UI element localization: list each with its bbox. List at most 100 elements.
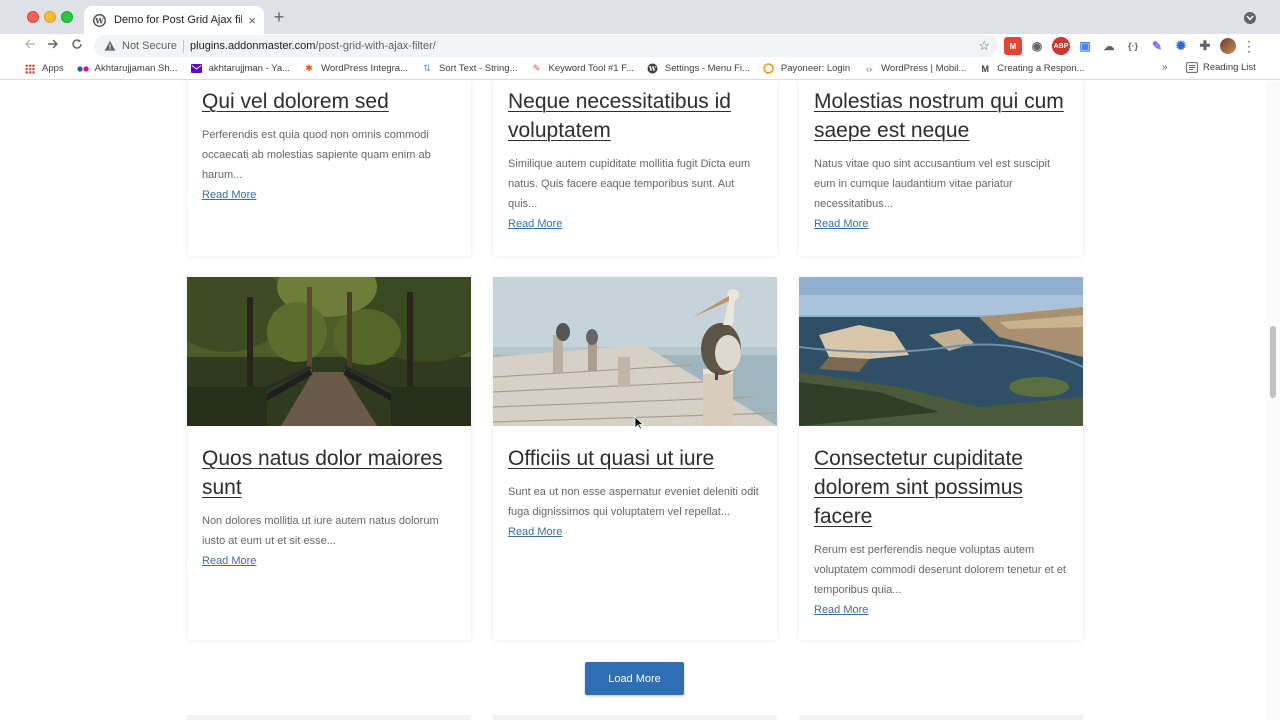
- post-excerpt: Natus vitae quo sint accusantium vel est…: [814, 158, 1051, 210]
- post-thumbnail-pelican-pier[interactable]: [493, 277, 777, 426]
- next-card-edge: [187, 715, 471, 720]
- post-title-link[interactable]: Neque necessitatibus id voluptatem: [508, 87, 764, 145]
- bookmark-label: akhtarujjman - Ya...: [208, 63, 291, 74]
- keyword-tool-icon: ✎: [532, 63, 541, 73]
- window-close-button[interactable]: [27, 11, 39, 23]
- post-title-link[interactable]: Officiis ut quasi ut iure: [508, 444, 764, 473]
- pen-extension-icon[interactable]: ✎: [1148, 37, 1166, 55]
- url-host: plugins.addonmaster.com: [190, 40, 316, 52]
- tab-close-icon[interactable]: ×: [248, 14, 256, 27]
- post-title-link[interactable]: Consectetur cupiditate dolorem sint poss…: [814, 444, 1070, 531]
- reading-list-button[interactable]: Reading List: [1186, 62, 1256, 73]
- post-excerpt: Sunt ea ut non esse aspernatur eveniet d…: [508, 486, 759, 518]
- cloud-extension-icon[interactable]: ☁: [1100, 37, 1118, 55]
- bookmark-wordpress-mobile[interactable]: ‹› WordPress | Mobil...: [863, 63, 966, 75]
- scrollbar-thumb[interactable]: [1270, 326, 1276, 398]
- reload-button[interactable]: [68, 37, 86, 55]
- arrow-right-icon: [48, 39, 58, 49]
- window-zoom-button[interactable]: [61, 11, 73, 23]
- page-viewport: Qui vel dolorem sed Perferendis est quia…: [0, 81, 1280, 720]
- bookmark-apps[interactable]: Apps: [24, 63, 64, 75]
- post-title-link[interactable]: Molestias nostrum qui cum saepe est nequ…: [814, 87, 1070, 145]
- profile-avatar[interactable]: [1220, 38, 1236, 54]
- new-tab-button[interactable]: +: [270, 8, 288, 26]
- tab-title: Demo for Post Grid Ajax filter: [114, 14, 243, 26]
- post-card: Officiis ut quasi ut iure Sunt ea ut non…: [493, 277, 777, 640]
- wordpress-icon: W: [647, 63, 659, 75]
- browser-tab-bar: W Demo for Post Grid Ajax filter × +: [0, 0, 1280, 34]
- tab-search-icon[interactable]: [1244, 12, 1256, 24]
- read-more-link[interactable]: Read More: [508, 214, 764, 234]
- post-title-link[interactable]: Qui vel dolorem sed: [202, 87, 458, 116]
- read-more-link[interactable]: Read More: [814, 214, 1070, 234]
- zapier-icon: ✱: [305, 63, 313, 73]
- post-title-link[interactable]: Quos natus dolor maiores sunt: [202, 444, 458, 502]
- forward-button[interactable]: [44, 37, 62, 55]
- puzzle-extensions-icon[interactable]: ✚: [1196, 37, 1214, 55]
- svg-text:W: W: [94, 16, 104, 25]
- camera-extension-icon[interactable]: ◉: [1028, 37, 1046, 55]
- omnibox-divider: [183, 39, 185, 53]
- sort-icon: ⇅: [423, 63, 431, 73]
- post-thumbnail-forest-bridge[interactable]: [187, 277, 471, 426]
- translate-extension-icon[interactable]: ▣: [1076, 37, 1094, 55]
- bookmark-label: WordPress Integra...: [321, 63, 409, 74]
- reading-list-label: Reading List: [1203, 62, 1256, 73]
- post-excerpt: Similique autem cupiditate mollitia fugi…: [508, 158, 751, 210]
- reload-icon: [72, 39, 82, 49]
- post-excerpt: Non dolores mollitia ut iure autem natus…: [202, 515, 439, 547]
- post-card: Neque necessitatibus id voluptatem Simil…: [493, 81, 777, 256]
- window-minimize-button[interactable]: [44, 11, 56, 23]
- apps-grid-icon: [24, 63, 36, 75]
- load-more-button[interactable]: Load More: [585, 662, 684, 695]
- code-icon: ‹›: [866, 63, 873, 74]
- bookmark-yahoo-mail[interactable]: akhtarujjman - Ya...: [191, 63, 291, 75]
- warning-icon: [104, 41, 116, 51]
- browser-toolbar: Not Secure plugins.addonmaster.com /post…: [0, 34, 1280, 58]
- gear-extension-icon[interactable]: ✹: [1172, 37, 1190, 55]
- page-scrollbar[interactable]: [1266, 81, 1280, 720]
- bookmark-label: WordPress | Mobil...: [881, 63, 967, 74]
- read-more-link[interactable]: Read More: [814, 600, 1070, 620]
- next-card-edge: [799, 715, 1083, 720]
- post-card: Molestias nostrum qui cum saepe est nequ…: [799, 81, 1083, 256]
- flickr-icon: [77, 63, 89, 75]
- gmail-extension-icon[interactable]: M: [1004, 37, 1022, 55]
- post-excerpt: Rerum est perferendis neque voluptas aut…: [814, 544, 1066, 596]
- back-button[interactable]: [21, 37, 39, 55]
- post-thumbnail-coastal-cliffs[interactable]: [799, 277, 1083, 426]
- browser-tab-active[interactable]: W Demo for Post Grid Ajax filter ×: [84, 6, 264, 34]
- bookmark-label: Settings - Menu Fi...: [664, 63, 750, 74]
- bookmark-label: Keyword Tool #1 F...: [548, 63, 634, 74]
- bookmark-label: Creating a Respon...: [997, 63, 1085, 74]
- bookmark-flickr[interactable]: Akhtarujjaman Sh...: [77, 63, 178, 75]
- bookmarks-bar: Apps Akhtarujjaman Sh... akhtarujjman - …: [0, 58, 1280, 80]
- read-more-link[interactable]: Read More: [202, 551, 458, 571]
- yahoo-mail-icon: [191, 63, 203, 75]
- next-card-edge: [493, 715, 777, 720]
- bookmark-zapier[interactable]: ✱ WordPress Integra...: [303, 63, 408, 75]
- wordpress-icon: W: [92, 13, 106, 27]
- arrow-left-icon: [25, 39, 35, 49]
- adblock-extension-icon[interactable]: ABP: [1052, 37, 1070, 55]
- bookmark-label: Payoneer: Login: [780, 63, 851, 74]
- post-card: Quos natus dolor maiores sunt Non dolore…: [187, 277, 471, 640]
- bookmark-settings-menu[interactable]: W Settings - Menu Fi...: [647, 63, 750, 75]
- mouse-cursor-icon: [634, 416, 644, 430]
- url-path: /post-grid-with-ajax-filter/: [315, 40, 436, 52]
- bookmark-creating-responsive[interactable]: M Creating a Respon...: [979, 63, 1085, 75]
- bookmark-star-icon[interactable]: ☆: [978, 38, 990, 54]
- post-excerpt: Perferendis est quia quod non omnis comm…: [202, 129, 431, 181]
- bookmarks-overflow-button[interactable]: »: [1162, 62, 1168, 73]
- bookmark-keyword-tool[interactable]: ✎ Keyword Tool #1 F...: [531, 63, 634, 75]
- bookmark-payoneer[interactable]: Payoneer: Login: [763, 63, 850, 75]
- bookmark-sort-text[interactable]: ⇅ Sort Text - String...: [421, 63, 517, 75]
- post-card: Consectetur cupiditate dolorem sint poss…: [799, 277, 1083, 640]
- security-label[interactable]: Not Secure: [122, 40, 177, 52]
- read-more-link[interactable]: Read More: [508, 522, 764, 542]
- kebab-menu-icon[interactable]: ⋮: [1242, 38, 1256, 55]
- read-more-link[interactable]: Read More: [202, 185, 458, 205]
- code-extension-icon[interactable]: {·}: [1124, 37, 1142, 55]
- bookmark-label: Apps: [42, 63, 64, 74]
- address-bar[interactable]: Not Secure plugins.addonmaster.com /post…: [94, 35, 998, 57]
